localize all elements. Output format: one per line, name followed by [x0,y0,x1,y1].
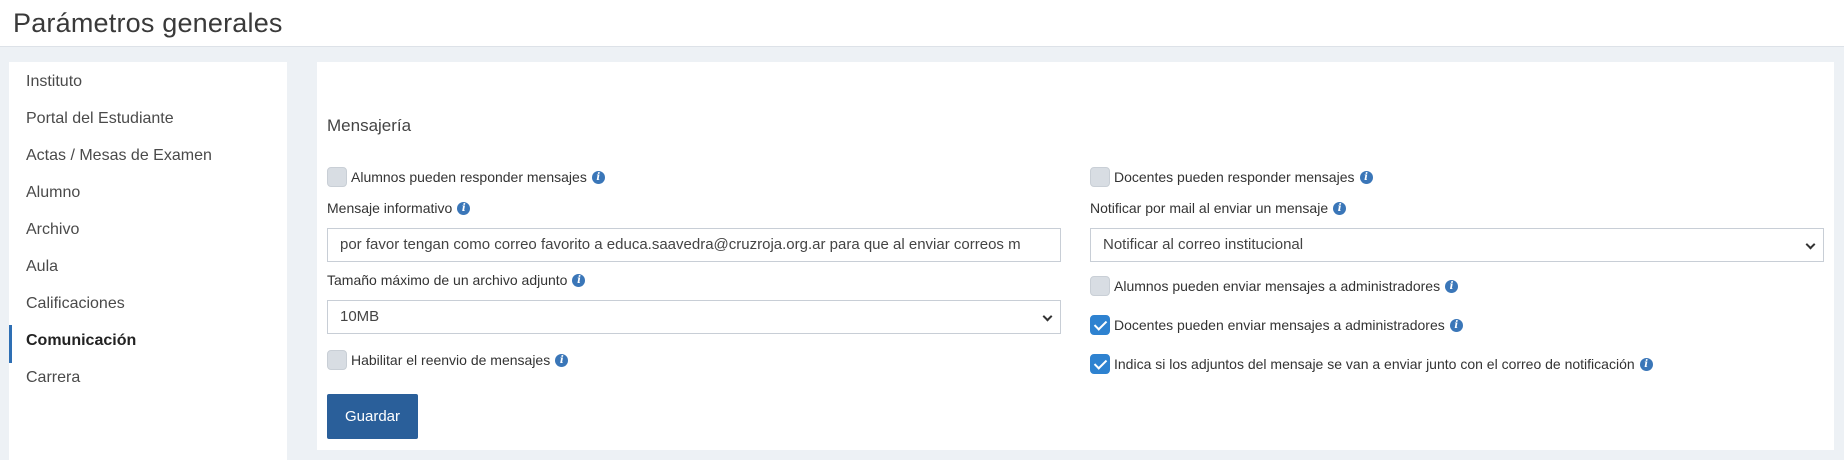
notificar-mail-value: Notificar al correo institucional [1103,236,1304,253]
alumnos-responder-checkbox[interactable] [327,167,347,187]
sidebar-item-actas[interactable]: Actas / Mesas de Examen [9,136,287,176]
info-icon[interactable]: i [1359,170,1373,184]
docentes-responder-checkbox[interactable] [1090,167,1110,187]
reenvio-label: Habilitar el reenvio de mensajes [351,352,551,368]
tamano-adjunto-value: 10MB [340,308,380,325]
info-icon[interactable]: i [1639,357,1653,371]
notificar-mail-label-row: Notificar por mail al enviar un mensaje … [1090,200,1347,216]
info-icon[interactable]: i [1445,279,1459,293]
sidebar-item-instituto[interactable]: Instituto [9,62,287,102]
section-title: Mensajería [327,116,412,135]
sidebar-item-archivo[interactable]: Archivo [9,210,287,250]
adjuntos-notificacion-row: Indica si los adjuntos del mensaje se va… [1090,353,1653,375]
docentes-responder-label: Docentes pueden responder mensajes [1114,169,1355,185]
reenvio-row: Habilitar el reenvio de mensajes i [327,349,569,371]
info-icon[interactable]: i [1333,201,1347,215]
tamano-adjunto-select[interactable]: 10MB [327,300,1061,334]
sidebar-item-calificaciones[interactable]: Calificaciones [9,284,287,324]
alumnos-admin-checkbox[interactable] [1090,276,1110,296]
tamano-adjunto-label: Tamaño máximo de un archivo adjunto [327,272,568,288]
chevron-down-icon [1805,239,1816,250]
adjuntos-notificacion-checkbox[interactable] [1090,354,1110,374]
sidebar: Instituto Portal del Estudiante Actas / … [9,62,287,460]
chevron-down-icon [1042,311,1053,322]
alumnos-admin-label: Alumnos pueden enviar mensajes a adminis… [1114,278,1441,294]
sidebar-item-comunicacion[interactable]: Comunicación [9,321,287,363]
mensaje-informativo-label: Mensaje informativo [327,200,453,216]
sidebar-item-aula[interactable]: Aula [9,247,287,287]
info-icon[interactable]: i [591,170,605,184]
docentes-admin-checkbox[interactable] [1090,315,1110,335]
info-icon[interactable]: i [555,353,569,367]
guardar-button[interactable]: Guardar [327,394,418,439]
alumnos-admin-row: Alumnos pueden enviar mensajes a adminis… [1090,275,1459,297]
docentes-admin-row: Docentes pueden enviar mensajes a admini… [1090,314,1463,336]
alumnos-responder-row: Alumnos pueden responder mensajes i [327,166,605,188]
docentes-admin-label: Docentes pueden enviar mensajes a admini… [1114,317,1445,333]
reenvio-checkbox[interactable] [327,350,347,370]
page-title: Parámetros generales [13,8,283,38]
alumnos-responder-label: Alumnos pueden responder mensajes [351,169,587,185]
notificar-mail-label: Notificar por mail al enviar un mensaje [1090,200,1329,216]
sidebar-item-carrera[interactable]: Carrera [9,358,287,398]
tamano-adjunto-label-row: Tamaño máximo de un archivo adjunto i [327,272,586,288]
docentes-responder-row: Docentes pueden responder mensajes i [1090,166,1373,188]
top-bar: Parámetros generales [0,0,1844,47]
sidebar-item-alumno[interactable]: Alumno [9,173,287,213]
mensaje-informativo-label-row: Mensaje informativo i [327,200,471,216]
adjuntos-notificacion-label: Indica si los adjuntos del mensaje se va… [1114,356,1635,372]
info-icon[interactable]: i [457,201,471,215]
sidebar-item-portal-estudiante[interactable]: Portal del Estudiante [9,99,287,139]
info-icon[interactable]: i [572,273,586,287]
mensaje-informativo-input[interactable]: por favor tengan como correo favorito a … [327,228,1061,262]
settings-panel: Mensajería Alumnos pueden responder mens… [317,62,1834,450]
info-icon[interactable]: i [1449,318,1463,332]
notificar-mail-select[interactable]: Notificar al correo institucional [1090,228,1824,262]
